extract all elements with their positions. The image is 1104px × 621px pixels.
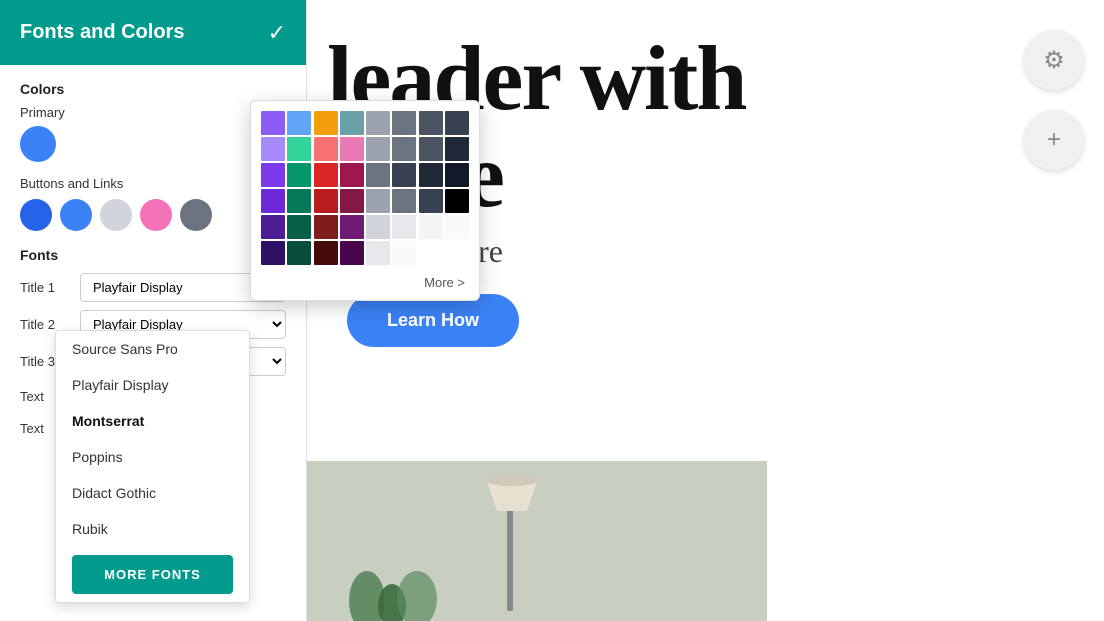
palette-color-cell[interactable] [287,241,311,265]
palette-color-cell[interactable] [445,189,469,213]
dropdown-item-rubik[interactable]: Rubik [56,511,249,547]
font-label-title1: Title 1 [20,280,72,295]
palette-color-cell[interactable] [445,241,469,265]
palette-color-cell[interactable] [287,137,311,161]
palette-color-cell[interactable] [445,111,469,135]
lamp-image [307,461,767,621]
palette-color-cell[interactable] [366,215,390,239]
primary-label: Primary [20,105,286,120]
palette-color-cell[interactable] [419,215,443,239]
palette-color-cell[interactable] [392,215,416,239]
main-content: leader with nage r subtitle here Learn H… [307,0,1104,621]
palette-color-cell[interactable] [392,189,416,213]
palette-grid [261,111,469,265]
swatch-gray-light[interactable] [100,199,132,231]
add-button[interactable]: + [1024,110,1084,170]
palette-color-cell[interactable] [419,163,443,187]
palette-color-cell[interactable] [314,215,338,239]
palette-color-cell[interactable] [340,111,364,135]
palette-color-cell[interactable] [287,215,311,239]
palette-color-cell[interactable] [261,215,285,239]
palette-more-link[interactable]: More > [261,275,469,290]
palette-color-cell[interactable] [445,137,469,161]
palette-color-cell[interactable] [261,241,285,265]
palette-color-cell[interactable] [340,189,364,213]
palette-color-cell[interactable] [261,137,285,161]
confirm-icon[interactable]: ✓ [268,20,286,46]
learn-how-button[interactable]: Learn How [347,294,519,347]
palette-color-cell[interactable] [392,137,416,161]
colors-section-label: Colors [20,81,286,97]
palette-color-cell[interactable] [445,215,469,239]
palette-color-cell[interactable] [261,163,285,187]
palette-color-cell[interactable] [340,241,364,265]
dropdown-item-poppins[interactable]: Poppins [56,439,249,475]
swatch-blue-mid[interactable] [60,199,92,231]
sidebar-title: Fonts and Colors [20,21,184,44]
palette-color-cell[interactable] [287,163,311,187]
palette-color-cell[interactable] [392,163,416,187]
palette-color-cell[interactable] [314,241,338,265]
dropdown-item-source-sans[interactable]: Source Sans Pro [56,331,249,367]
palette-color-cell[interactable] [261,111,285,135]
swatch-blue-dark[interactable] [20,199,52,231]
palette-color-cell[interactable] [419,189,443,213]
swatch-pink[interactable] [140,199,172,231]
buttons-links-label: Buttons and Links [20,176,286,191]
font-row-title1: Title 1 Playfair Display [20,273,286,302]
plus-icon: + [1047,126,1061,154]
palette-color-cell[interactable] [366,163,390,187]
dropdown-item-didact[interactable]: Didact Gothic [56,475,249,511]
dropdown-item-playfair[interactable]: Playfair Display [56,367,249,403]
palette-color-cell[interactable] [392,241,416,265]
dropdown-item-montserrat[interactable]: Montserrat [56,403,249,439]
gear-button[interactable]: ⚙ [1024,30,1084,90]
gear-icon: ⚙ [1043,46,1065,75]
sidebar-header: Fonts and Colors ✓ [0,0,306,65]
palette-color-cell[interactable] [340,215,364,239]
palette-color-cell[interactable] [419,111,443,135]
swatch-gray-dark[interactable] [180,199,212,231]
palette-color-cell[interactable] [445,163,469,187]
palette-color-cell[interactable] [366,137,390,161]
palette-color-cell[interactable] [314,163,338,187]
palette-color-cell[interactable] [419,241,443,265]
fonts-section-label: Fonts [20,247,286,263]
palette-color-cell[interactable] [392,111,416,135]
palette-color-cell[interactable] [340,137,364,161]
palette-color-cell[interactable] [366,241,390,265]
font-dropdown: Source Sans Pro Playfair Display Montser… [55,330,250,603]
more-fonts-button[interactable]: MORE FONTS [72,555,233,594]
palette-color-cell[interactable] [366,189,390,213]
palette-color-cell[interactable] [340,163,364,187]
palette-color-cell[interactable] [314,111,338,135]
palette-color-cell[interactable] [314,137,338,161]
palette-color-cell[interactable] [314,189,338,213]
palette-color-cell[interactable] [366,111,390,135]
palette-color-cell[interactable] [287,111,311,135]
palette-color-cell[interactable] [287,189,311,213]
lamp-svg [307,461,767,621]
color-swatches [20,199,286,231]
primary-color-circle[interactable] [20,126,56,162]
palette-color-cell[interactable] [419,137,443,161]
palette-color-cell[interactable] [261,189,285,213]
color-palette-popup: More > [250,100,480,301]
